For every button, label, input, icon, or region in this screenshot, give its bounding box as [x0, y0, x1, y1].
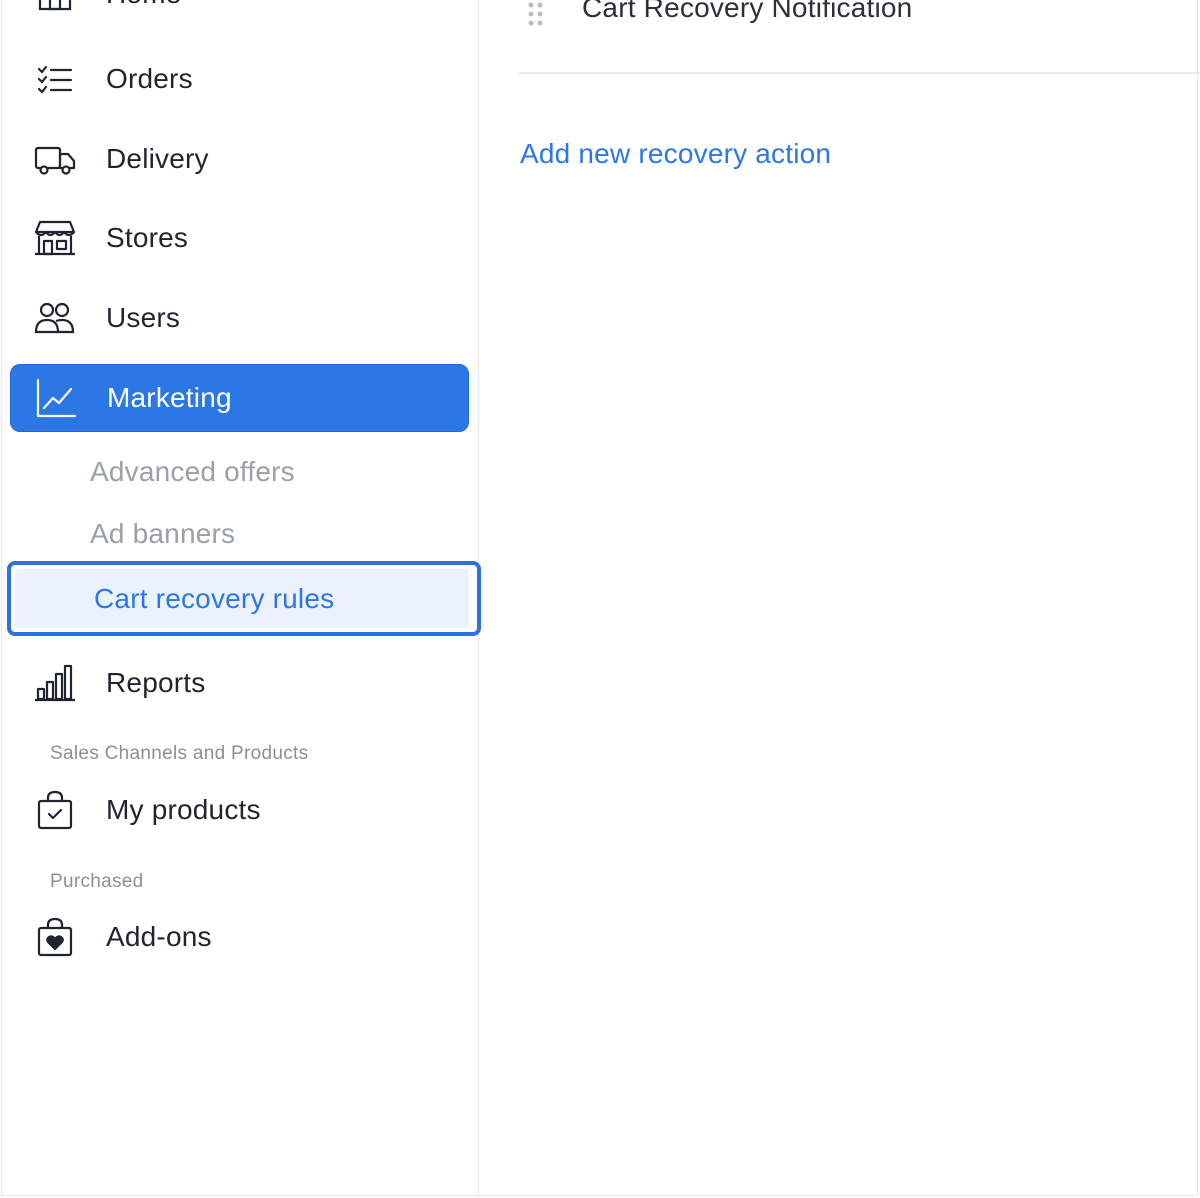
subnav-advanced-offers[interactable]: Advanced offers: [90, 456, 295, 488]
sidebar-item-marketing[interactable]: Marketing: [10, 364, 469, 432]
sidebar-item-label: Users: [106, 302, 181, 333]
sidebar-item-users[interactable]: Users: [10, 284, 469, 352]
list-check-icon: [34, 58, 76, 100]
subnav-label: Cart recovery rules: [94, 583, 335, 614]
sidebar-item-my-products[interactable]: My products: [10, 776, 469, 844]
storefront-icon: [34, 217, 76, 259]
subnav-cart-recovery-rules[interactable]: Cart recovery rules: [7, 561, 481, 636]
sidebar-item-stores[interactable]: Stores: [10, 204, 469, 272]
notification-title: Cart Recovery Notification: [582, 0, 913, 23]
bar-chart-icon: [34, 662, 76, 704]
sidebar-item-label: Stores: [106, 222, 189, 253]
sidebar-item-delivery[interactable]: Delivery: [10, 125, 469, 193]
home-icon: [34, 0, 76, 15]
shopping-bag-check-icon: [34, 789, 76, 831]
app-frame: Home Orders: [1, 0, 1200, 1196]
sidebar-item-label: Delivery: [106, 143, 209, 174]
sidebar-item-label: Marketing: [107, 382, 232, 413]
line-chart-icon: [35, 377, 77, 419]
sidebar-item-home[interactable]: Home: [10, 0, 469, 28]
sidebar-item-label: My products: [106, 794, 261, 825]
sidebar-item-label: Orders: [106, 63, 193, 94]
subnav-ad-banners[interactable]: Ad banners: [90, 518, 235, 550]
section-heading-purchased: Purchased: [50, 871, 144, 892]
sidebar-item-add-ons[interactable]: Add-ons: [10, 903, 469, 971]
truck-icon: [34, 138, 76, 180]
sidebar: Home Orders: [2, 0, 481, 1196]
sidebar-item-orders[interactable]: Orders: [10, 45, 469, 113]
sidebar-item-label: Reports: [106, 667, 206, 698]
sidebar-item-label: Add-ons: [106, 921, 212, 952]
sidebar-item-reports[interactable]: Reports: [10, 649, 469, 717]
drag-handle-icon[interactable]: [527, 2, 545, 28]
section-heading-sales-channels: Sales Channels and Products: [50, 743, 309, 764]
divider: [519, 72, 1200, 74]
sidebar-item-label: Home: [106, 0, 182, 10]
users-icon: [34, 297, 76, 339]
add-recovery-action-link[interactable]: Add new recovery action: [520, 138, 831, 170]
shopping-bag-heart-icon: [34, 916, 76, 958]
